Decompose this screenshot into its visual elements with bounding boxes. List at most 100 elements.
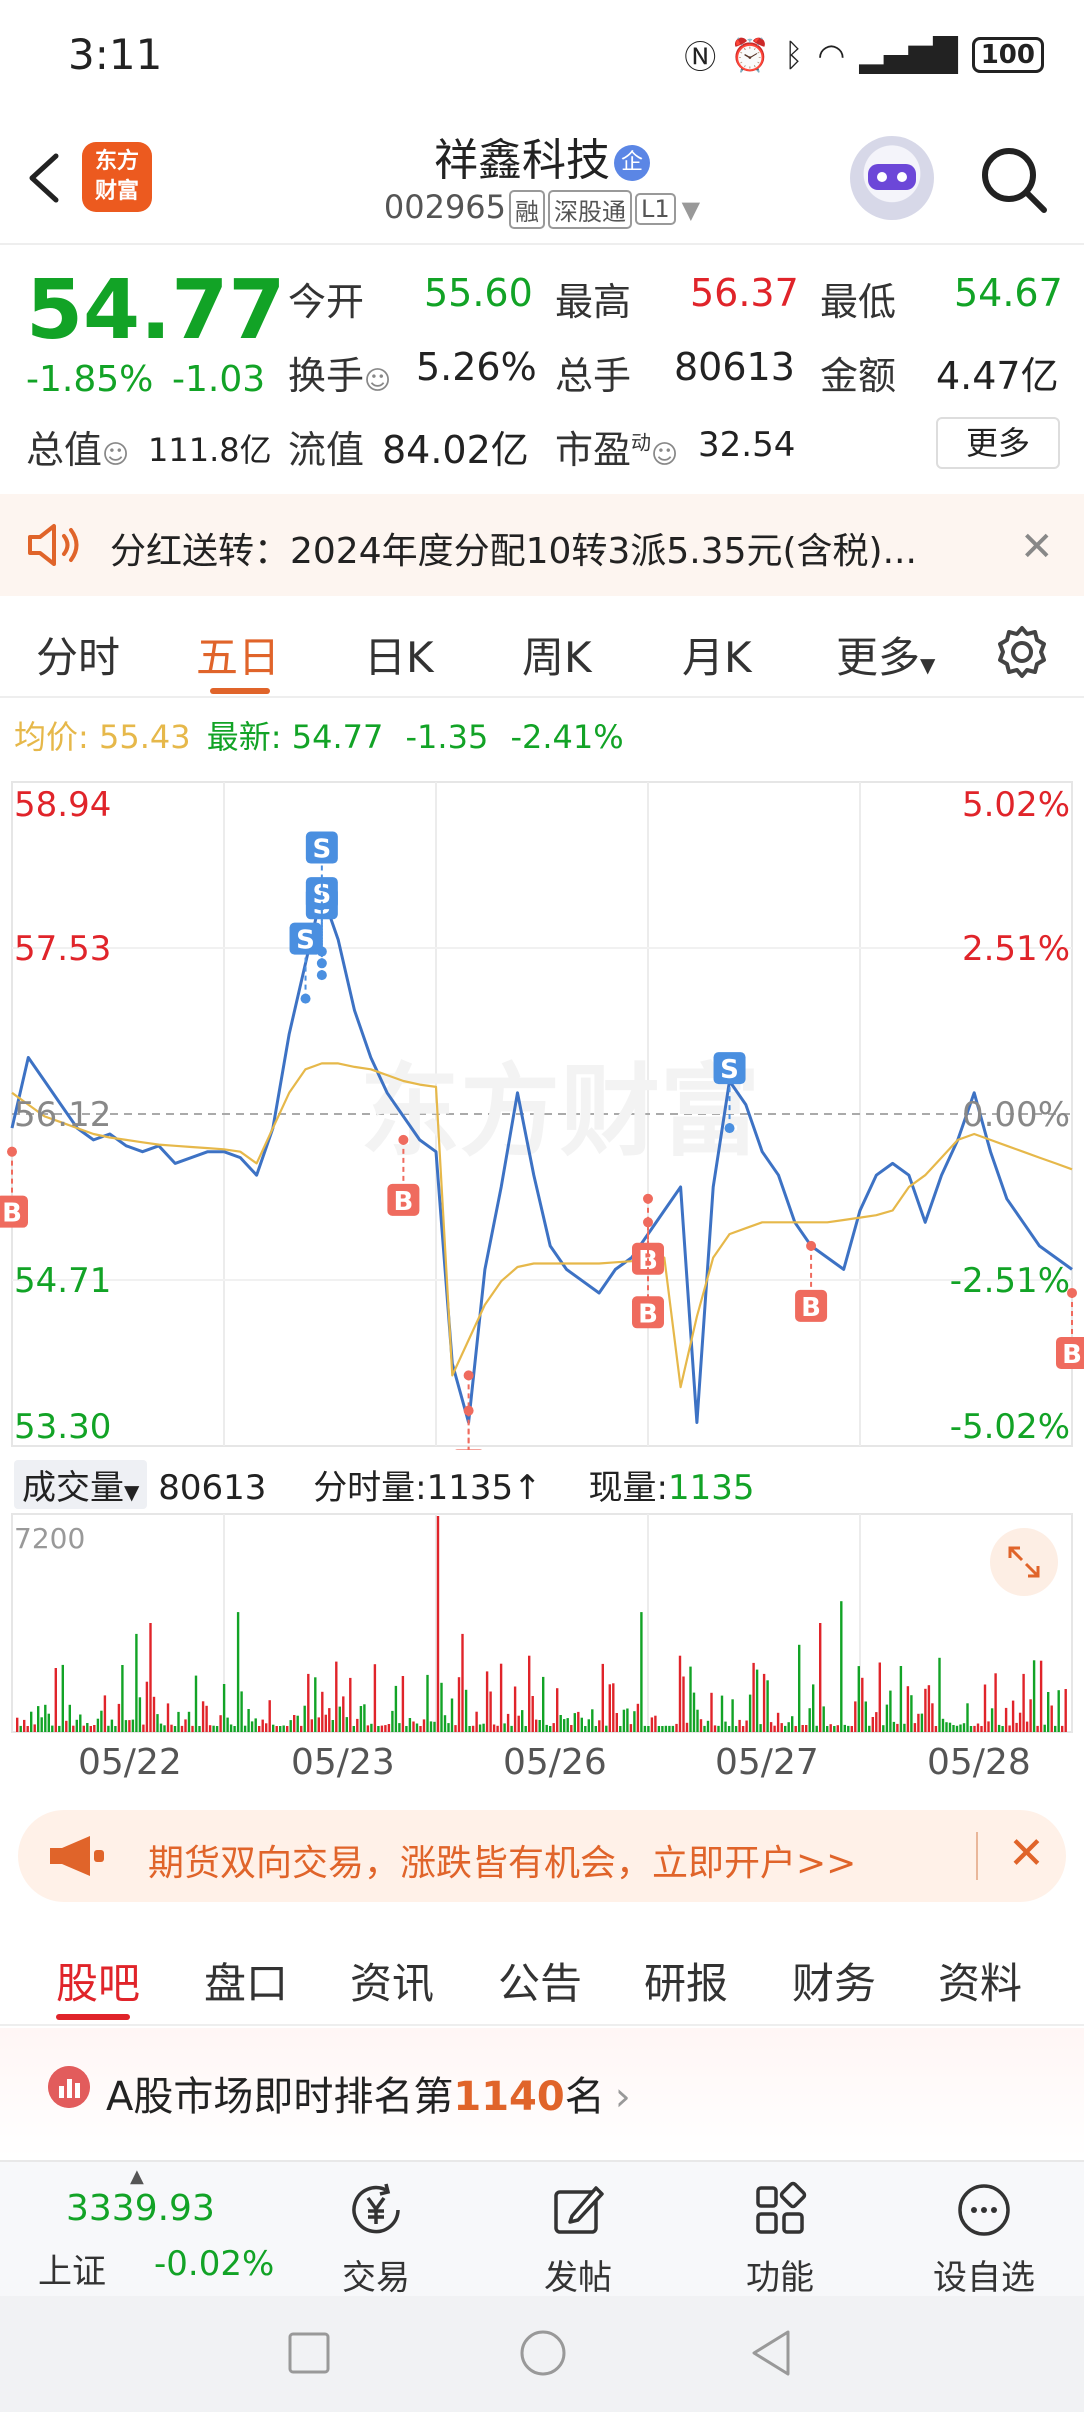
tab-forum[interactable]: 股吧 [56, 1950, 140, 2011]
volume-selector[interactable]: 成交量▼ [14, 1460, 148, 1509]
status-time: 3:11 [68, 30, 163, 79]
pe-label: 市盈动☺ [555, 428, 679, 472]
volume-bar [948, 1722, 952, 1732]
volume-bar [976, 1723, 980, 1732]
volume-bar [499, 1663, 503, 1732]
trade-marker-label: S [720, 1055, 739, 1085]
back-icon[interactable] [748, 2328, 794, 2378]
active-tab-indicator [210, 688, 270, 694]
tab-announcements[interactable]: 公告 [498, 1950, 582, 2011]
five-day-price-chart[interactable]: 东方财富 58.94 5.02% 57.53 2.51% 56.12 0.00% 54.71 -… [0, 766, 1084, 1450]
volume-bar [724, 1721, 727, 1732]
nav-functions[interactable]: 功能 [710, 2180, 850, 2299]
tab-profile[interactable]: 资料 [938, 1950, 1022, 2011]
volume-bar [415, 1723, 419, 1732]
tab-daily-k[interactable]: 日K [364, 624, 434, 685]
volume-bar [461, 1633, 464, 1732]
ai-assistant-avatar[interactable] [850, 136, 934, 220]
volume-bar [1018, 1712, 1022, 1732]
enterprise-badge: 企 [614, 145, 650, 181]
nav-trade[interactable]: 交易 [306, 2180, 446, 2299]
volume-bar [412, 1721, 415, 1732]
tab-order-book[interactable]: 盘口 [204, 1950, 288, 2011]
volume-bar [882, 1725, 885, 1732]
volume-bar [706, 1720, 710, 1732]
tab-news[interactable]: 资讯 [350, 1950, 434, 2011]
trade-marker-label: B [393, 1187, 413, 1217]
volume-bar [678, 1655, 682, 1732]
date-axis: 05/22 05/23 05/26 05/27 05/28 [0, 1742, 1084, 1792]
chart-period-tabs: 分时 五日 日K 周K 月K 更多▼ [0, 600, 1084, 698]
change-amount: -1.03 [172, 359, 266, 400]
volume-bar [72, 1725, 75, 1732]
volume-bar [356, 1718, 359, 1732]
gear-icon[interactable] [994, 624, 1050, 680]
tab-five-day[interactable]: 五日 [196, 624, 280, 685]
current-volume-label: 现量: [588, 1468, 668, 1508]
volume-bar [243, 1725, 247, 1732]
nav-post[interactable]: 发帖 [508, 2180, 648, 2299]
expand-chart-button[interactable] [990, 1528, 1058, 1596]
volume-bar [310, 1719, 313, 1732]
volume-bar [44, 1704, 47, 1732]
volume-bar [1039, 1660, 1043, 1732]
tab-financials[interactable]: 财务 [792, 1950, 876, 2011]
volume-bar [429, 1721, 433, 1732]
volume-bar [959, 1724, 962, 1732]
trade-point [463, 1370, 474, 1381]
volume-bar [531, 1696, 534, 1732]
volume-bar [307, 1673, 310, 1732]
trade-point [643, 1217, 653, 1228]
trade-marker-label: S [296, 926, 315, 956]
volume-bar [194, 1675, 198, 1732]
active-tab-indicator [56, 2014, 130, 2020]
volume-bar [314, 1677, 317, 1732]
volume-bar [692, 1692, 696, 1732]
tab-more[interactable]: 更多▼ [836, 624, 935, 685]
tab-research[interactable]: 研报 [644, 1950, 728, 2011]
volume-bar [447, 1723, 450, 1732]
home-icon[interactable] [518, 2328, 568, 2378]
futures-ad-banner[interactable]: 期货双向交易，涨跌皆有机会，立即开户>> ✕ [18, 1810, 1066, 1902]
volume-bar [296, 1715, 299, 1732]
volume-bar [1036, 1725, 1039, 1732]
volume-bar [941, 1718, 945, 1732]
tab-weekly-k[interactable]: 周K [522, 624, 592, 685]
volume-bar [233, 1726, 236, 1732]
volume-bar [538, 1720, 541, 1732]
volume-bar [19, 1725, 22, 1732]
volume-bar [482, 1723, 485, 1732]
volume-bar [615, 1713, 618, 1732]
volume-bar [422, 1719, 426, 1732]
volume-header: 成交量▼ 80613 分时量:1135↑ 现量:1135 [14, 1460, 754, 1509]
volume-bar [994, 1673, 997, 1732]
mktcap-value: 111.8亿 [148, 431, 272, 469]
buy-marker[interactable] [453, 1449, 485, 1450]
close-icon[interactable]: ✕ [1020, 524, 1054, 570]
recents-icon[interactable] [286, 2330, 332, 2376]
volume-bar [338, 1706, 341, 1732]
volume-bar [798, 1644, 801, 1732]
amount-value: 4.47亿 [936, 354, 1059, 398]
volume-bar [342, 1696, 345, 1732]
dividend-banner[interactable]: 分红送转：2024年度分配10转3派5.35元(含税)... ✕ [0, 494, 1084, 596]
pe-value: 32.54 [698, 425, 796, 465]
tab-monthly-k[interactable]: 月K [682, 624, 752, 685]
caret-down-icon[interactable]: ▼ [682, 196, 700, 224]
volume-bar [1043, 1724, 1046, 1732]
nav-watchlist[interactable]: 设自选 [914, 2180, 1054, 2299]
volume-bar [689, 1666, 692, 1732]
volume-bar [787, 1722, 790, 1732]
volume-bar [927, 1685, 931, 1732]
volume-bar [917, 1713, 920, 1732]
close-icon[interactable]: ✕ [1008, 1828, 1045, 1879]
tab-intraday[interactable]: 分时 [36, 624, 120, 685]
latest-value: 54.77 [291, 718, 384, 756]
volume-bar [755, 1669, 759, 1732]
volume-bar [1029, 1699, 1032, 1732]
search-icon[interactable] [978, 144, 1050, 216]
more-button[interactable]: 更多 [936, 417, 1060, 469]
volume-bar [128, 1720, 131, 1732]
volume-bar [973, 1725, 976, 1732]
market-ranking[interactable]: A股市场即时排名第1140名 › [0, 2028, 1084, 2158]
